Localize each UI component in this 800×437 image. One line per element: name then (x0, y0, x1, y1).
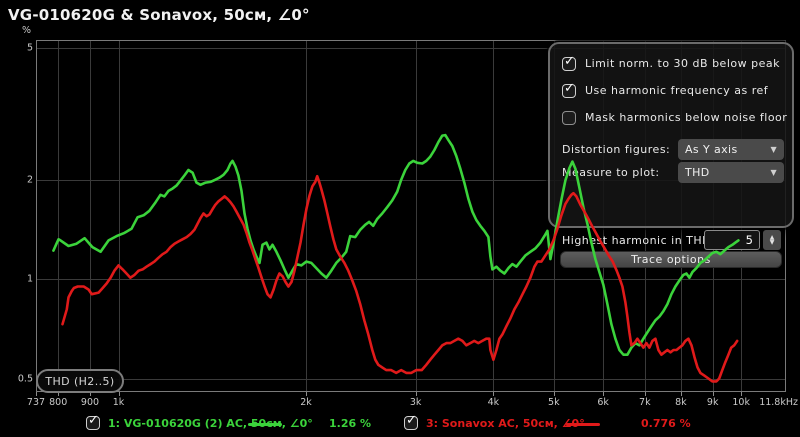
y-tick-label: 1 (26, 273, 33, 285)
x-tick-label: 4k (487, 397, 500, 408)
x-tick-mark (118, 392, 120, 396)
x-tick-mark (741, 392, 743, 396)
legend-swatch-vg (248, 423, 282, 426)
dropdown-label: Distortion figures: (562, 143, 671, 156)
stepper-down-icon[interactable]: ▼ (770, 240, 775, 246)
checked-checkbox[interactable]: ✓ (404, 413, 418, 430)
check-icon: ✓ (88, 413, 99, 428)
x-tick-label: 5k (548, 397, 560, 408)
highest-harmonic-input[interactable]: 5 (704, 230, 760, 250)
dropdown-label: Measure to plot: (562, 166, 660, 179)
x-tick-label: 11.8kHz (759, 397, 798, 408)
trace-options-button[interactable]: Trace options (560, 251, 782, 268)
y-tick-label: 2 (26, 174, 33, 186)
x-tick-mark (712, 392, 714, 396)
legend-checkbox-vg[interactable]: ✓ (86, 413, 100, 430)
checked-checkbox[interactable]: ✓ (562, 80, 576, 98)
settings-checkbox-label: Use harmonic frequency as ref (585, 84, 769, 97)
x-tick-mark (36, 392, 37, 396)
unchecked-checkbox[interactable] (562, 110, 576, 125)
x-tick-mark (306, 392, 307, 396)
y-axis-unit-label: % (22, 25, 32, 36)
legend-label-sonavox[interactable]: 3: Sonavox AC, 50см, ∠0° (426, 417, 585, 430)
y-tick-label: 5 (26, 42, 33, 54)
chevron-down-icon: ▼ (770, 145, 777, 154)
legend-thd-value-vg: 1.26 % (329, 417, 371, 430)
dropdown-select[interactable]: As Y axis ▼ (678, 139, 784, 160)
settings-checkbox-row: ✓ Use harmonic frequency as ref (562, 80, 769, 98)
legend-swatch-sonavox (566, 423, 600, 426)
x-tick-label: 9k (706, 397, 719, 408)
x-tick-mark (603, 392, 605, 396)
legend-thd-value-sonavox: 0.776 % (641, 417, 691, 430)
highest-harmonic-label: Highest harmonic in THD: (562, 234, 716, 247)
check-icon: ✓ (564, 53, 575, 69)
chevron-down-icon: ▼ (770, 168, 777, 177)
settings-checkbox-row: Mask harmonics below noise floor (562, 110, 787, 125)
checked-checkbox[interactable]: ✓ (86, 413, 100, 430)
x-tick-mark (415, 392, 417, 396)
settings-checkbox-label: Limit norm. to 30 dB below peak (585, 57, 780, 70)
x-tick-mark (553, 392, 555, 396)
dropdown-select[interactable]: THD ▼ (678, 162, 784, 183)
x-tick-label: 900 (80, 397, 100, 408)
page-title: VG-010620G & Sonavox, 50см, ∠0° (8, 6, 310, 24)
x-tick-mark (493, 392, 495, 396)
settings-checkbox-label: Mask harmonics below noise floor (585, 111, 788, 124)
x-tick-label: 2k (300, 397, 312, 408)
dropdown-value: As Y axis (685, 143, 738, 156)
x-tick-label: 1k (112, 397, 125, 408)
y-tick-label: 0.5 (17, 373, 33, 384)
x-tick-label: 6k (597, 397, 609, 408)
x-tick-label: 3k (409, 397, 422, 408)
x-tick-mark (680, 392, 682, 396)
measurement-type-badge: THD (H2..5) (36, 369, 124, 393)
settings-dropdown-row: Measure to plot: THD ▼ (562, 162, 784, 183)
x-tick-label: 10k (732, 397, 750, 408)
app-window: VG-010620G & Sonavox, 50см, ∠0° % 737 800… (0, 0, 800, 437)
x-tick-label: 737 (26, 397, 46, 408)
legend-label-vg[interactable]: 1: VG-010620G (2) AC, 50см, ∠0° (108, 417, 313, 430)
x-tick-label: 7k (639, 397, 651, 408)
x-tick-label: 8k (675, 397, 687, 408)
distortion-settings-panel: ✓ Limit norm. to 30 dB below peak ✓ Use har… (548, 42, 794, 268)
highest-harmonic-stepper[interactable]: ▲ ▼ (763, 230, 781, 250)
check-icon: ✓ (406, 413, 417, 428)
x-tick-mark (644, 392, 646, 396)
dropdown-value: THD (685, 166, 710, 179)
check-icon: ✓ (564, 80, 575, 96)
legend-checkbox-sonavox[interactable]: ✓ (404, 413, 418, 430)
settings-checkbox-row: ✓ Limit norm. to 30 dB below peak (562, 53, 780, 71)
x-tick-label: 800 (49, 397, 68, 408)
checked-checkbox[interactable]: ✓ (562, 53, 576, 71)
settings-dropdown-row: Distortion figures: As Y axis ▼ (562, 139, 784, 160)
